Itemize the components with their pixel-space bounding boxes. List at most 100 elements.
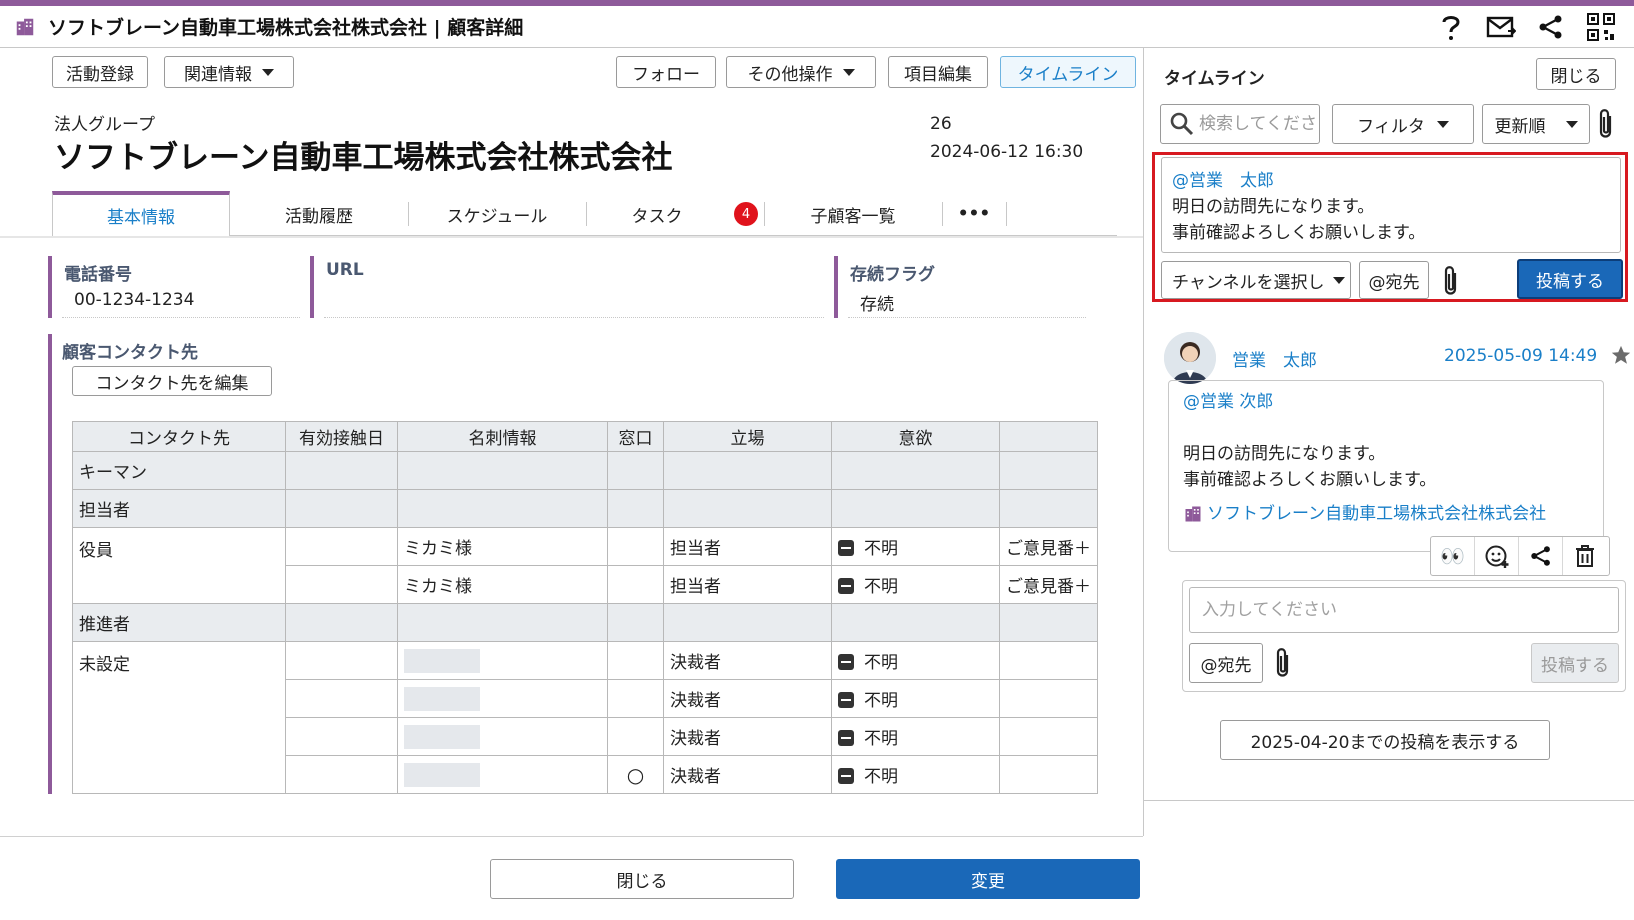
related-info-dropdown[interactable]: 関連情報 [164, 56, 294, 88]
table-row[interactable]: 役員 ミカミ様 担当者 不明 ご意見番＋ [72, 527, 1098, 604]
reply-address-button[interactable]: @宛先 [1189, 643, 1263, 683]
customer-count: 26 [930, 114, 952, 134]
column-header[interactable]: 立場 [663, 421, 832, 452]
column-header[interactable]: 意欲 [831, 421, 1000, 452]
timeline-title: タイムライン [1164, 69, 1265, 89]
cell-role: 担当者 [663, 565, 832, 604]
filter-label: フィルタ [1357, 116, 1425, 137]
table-row: 担当者 [72, 489, 1098, 528]
field-underline [848, 317, 1086, 318]
tab-basic-info[interactable]: 基本情報 [52, 191, 230, 236]
avatar[interactable] [1164, 332, 1216, 384]
timeline-close-button[interactable]: 閉じる [1536, 58, 1616, 90]
building-icon [1185, 506, 1201, 522]
cell-contact-date [285, 755, 398, 794]
other-actions-dropdown[interactable]: その他操作 [726, 56, 876, 88]
related-info-label: 関連情報 [184, 64, 252, 85]
qr-code-icon[interactable] [1586, 12, 1616, 42]
cell-motivation: 不明 [831, 755, 1000, 794]
contact-section-bar [48, 334, 52, 794]
change-button[interactable]: 変更 [836, 859, 1140, 899]
tab-task[interactable]: タスク [586, 192, 728, 236]
mail-icon[interactable] [1486, 12, 1516, 42]
task-count-badge: 4 [734, 202, 758, 226]
cell-extra [999, 641, 1098, 680]
cell-card[interactable] [397, 641, 608, 680]
post-mention[interactable]: @営業 次郎 [1183, 389, 1589, 415]
reply-post-button[interactable]: 投稿する [1531, 643, 1619, 683]
sort-label: 更新順 [1494, 116, 1546, 137]
reply-composer: @宛先 投稿する [1182, 580, 1626, 692]
column-header[interactable]: 有効接触日 [285, 421, 398, 452]
column-header[interactable]: コンタクト先 [72, 421, 286, 452]
phone-field: 電話番号 00-1234-1234 [48, 256, 300, 318]
tab-child-customers[interactable]: 子顧客一覧 [764, 192, 942, 236]
attachment-icon[interactable] [1273, 647, 1293, 679]
contact-section-title: 顧客コンタクト先 [62, 343, 198, 363]
filter-dropdown[interactable]: フィルタ [1332, 104, 1474, 144]
tab-schedule[interactable]: スケジュール [408, 192, 586, 236]
search-icon [1170, 112, 1194, 136]
composer-message[interactable]: @営業 太郎 明日の訪問先になります。 事前確認よろしくお願いします。 [1161, 157, 1621, 253]
cell-card[interactable] [397, 717, 608, 756]
cell-window [607, 641, 664, 680]
attachment-icon[interactable] [1441, 265, 1461, 297]
cell-extra: ご意見番＋ [999, 527, 1098, 566]
contacts-table: コンタクト先 有効接触日 名刺情報 窓口 立場 意欲 キーマン 担当者 役員 ミ… [72, 421, 1098, 794]
post-button[interactable]: 投稿する [1517, 259, 1623, 299]
reply-input[interactable] [1189, 587, 1619, 633]
cell-extra [999, 717, 1098, 756]
cell-window [607, 717, 664, 756]
customer-datetime: 2024-06-12 16:30 [930, 142, 1084, 162]
post-date: 2025-05-09 14:49 [1444, 346, 1598, 366]
close-button[interactable]: 閉じる [490, 859, 794, 899]
card-placeholder [404, 724, 480, 749]
tab-activity-history[interactable]: 活動履歴 [230, 192, 408, 236]
cell-card[interactable]: ミカミ様 [397, 565, 608, 604]
cell-window: ○ [607, 755, 664, 794]
column-header[interactable]: 名刺情報 [397, 421, 608, 452]
cell-motivation: 不明 [831, 679, 1000, 718]
search-input[interactable] [1199, 114, 1319, 134]
cell-card[interactable]: ミカミ様 [397, 527, 608, 566]
cell-extra [999, 679, 1098, 718]
post-customer-link[interactable]: ソフトブレーン自動車工場株式会社株式会社 [1183, 501, 1589, 527]
timeline-button[interactable]: タイムライン [1000, 56, 1136, 88]
help-icon[interactable] [1436, 12, 1466, 42]
share-icon[interactable] [1519, 537, 1563, 575]
follow-button[interactable]: フォロー [616, 56, 716, 88]
edit-contacts-button[interactable]: コンタクト先を編集 [72, 366, 272, 396]
edit-fields-button[interactable]: 項目編集 [888, 56, 988, 88]
cell-contact-date [285, 641, 398, 680]
post-actions: 👀 [1430, 536, 1610, 576]
trash-icon[interactable] [1563, 537, 1607, 575]
share-icon[interactable] [1536, 12, 1566, 42]
channel-select[interactable]: チャンネルを選択し [1161, 261, 1351, 299]
url-field: URL [310, 256, 824, 318]
cell-card[interactable] [397, 755, 608, 794]
cell-extra: ご意見番＋ [999, 565, 1098, 604]
card-placeholder [404, 648, 480, 673]
cell-role: 決裁者 [663, 755, 832, 794]
panel-bottom-divider [1143, 800, 1634, 801]
tab-more[interactable]: ••• [942, 192, 1006, 236]
table-row[interactable]: 未設定 決裁者 不明 [72, 641, 1098, 794]
timeline-search[interactable] [1160, 104, 1320, 144]
url-label: URL [326, 260, 364, 280]
group-label: 推進者 [72, 603, 286, 642]
sort-dropdown[interactable]: 更新順 [1482, 104, 1590, 144]
activity-register-button[interactable]: 活動登録 [52, 56, 148, 88]
cell-role: 担当者 [663, 527, 832, 566]
address-button[interactable]: @宛先 [1359, 261, 1429, 299]
post-user-name[interactable]: 営業 太郎 [1232, 346, 1317, 371]
cell-card[interactable] [397, 679, 608, 718]
show-older-posts-button[interactable]: 2025-04-20までの投稿を表示する [1220, 720, 1550, 760]
star-icon[interactable] [1610, 344, 1632, 366]
chevron-down-icon [1436, 120, 1449, 128]
eyes-reaction-icon[interactable]: 👀 [1431, 537, 1475, 575]
post-line: 事前確認よろしくお願いします。 [1183, 470, 1437, 490]
composer-line: 事前確認よろしくお願いします。 [1172, 223, 1426, 243]
add-emoji-icon[interactable] [1475, 537, 1519, 575]
column-header[interactable]: 窓口 [607, 421, 664, 452]
attachment-icon[interactable] [1596, 108, 1616, 140]
